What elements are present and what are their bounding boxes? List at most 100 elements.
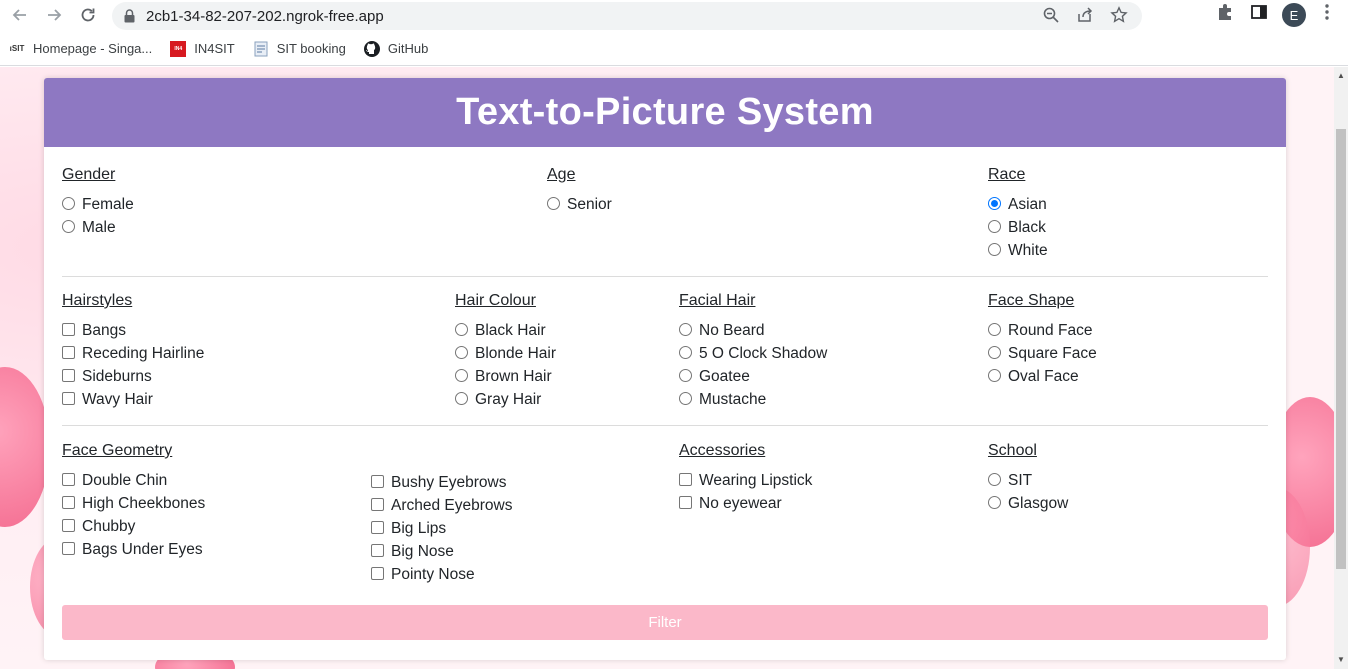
scroll-up-arrow-icon[interactable]: ▲ (1337, 71, 1345, 80)
back-arrow-icon[interactable] (8, 3, 32, 27)
face-geometry-option[interactable]: Big Nose (371, 540, 512, 563)
option-label: Bangs (82, 321, 126, 339)
hairstyle-option[interactable]: Sideburns (62, 365, 204, 388)
radio-button[interactable] (988, 369, 1001, 382)
face-geometry-option[interactable]: Pointy Nose (371, 563, 512, 586)
radio-button[interactable] (679, 392, 692, 405)
checkbox[interactable] (371, 475, 384, 488)
checkbox[interactable] (371, 567, 384, 580)
checkbox[interactable] (371, 521, 384, 534)
radio-button[interactable] (679, 323, 692, 336)
radio-button[interactable] (455, 369, 468, 382)
radio-button[interactable] (988, 220, 1001, 233)
reload-icon[interactable] (76, 3, 100, 27)
hairstyle-option[interactable]: Bangs (62, 319, 204, 342)
address-bar[interactable]: 2cb1-34-82-207-202.ngrok-free.app (112, 2, 1142, 30)
facial-hair-option[interactable]: Mustache (679, 388, 827, 411)
face-geometry-option[interactable]: High Cheekbones (62, 492, 205, 515)
checkbox[interactable] (679, 473, 692, 486)
hair-colour-option[interactable]: Gray Hair (455, 388, 556, 411)
checkbox[interactable] (371, 544, 384, 557)
option-label: SIT (1008, 471, 1033, 489)
face-geometry-option[interactable]: Chubby (62, 515, 205, 538)
face-shape-option[interactable]: Square Face (988, 342, 1097, 365)
face-geometry-option[interactable]: Big Lips (371, 517, 512, 540)
forward-arrow-icon[interactable] (42, 3, 66, 27)
radio-button[interactable] (988, 346, 1001, 359)
checkbox[interactable] (62, 496, 75, 509)
face-geometry-option[interactable]: Bushy Eyebrows (371, 471, 512, 494)
lock-icon (124, 9, 135, 28)
checkbox[interactable] (62, 542, 75, 555)
bookmark-github[interactable]: GitHub (355, 37, 437, 61)
accessories-option[interactable]: Wearing Lipstick (679, 469, 812, 492)
scrollbar-thumb[interactable] (1336, 129, 1346, 569)
kebab-menu-icon[interactable] (1320, 3, 1334, 21)
profile-avatar[interactable]: E (1282, 3, 1306, 27)
checkbox[interactable] (62, 323, 75, 336)
face-geometry-option[interactable]: Double Chin (62, 469, 205, 492)
filter-button[interactable]: Filter (62, 605, 1268, 640)
hairstyle-option[interactable]: Wavy Hair (62, 388, 204, 411)
checkbox[interactable] (62, 519, 75, 532)
radio-button[interactable] (455, 392, 468, 405)
face-shape-option[interactable]: Oval Face (988, 365, 1097, 388)
extensions-icon[interactable] (1216, 3, 1234, 21)
race-option-black[interactable]: Black (988, 216, 1048, 239)
option-label: High Cheekbones (82, 494, 206, 512)
face-shape-option[interactable]: Round Face (988, 319, 1097, 342)
side-panel-icon[interactable] (1250, 3, 1268, 21)
facial-hair-option[interactable]: 5 O Clock Shadow (679, 342, 827, 365)
bookmark-label: GitHub (387, 41, 429, 56)
hair-colour-option[interactable]: Brown Hair (455, 365, 556, 388)
bookmark-homepage[interactable]: ıSIT Homepage - Singa... (0, 37, 161, 61)
section-title: Facial Hair (679, 292, 756, 309)
face-geometry-option[interactable]: Arched Eyebrows (371, 494, 512, 517)
share-icon[interactable] (1076, 6, 1094, 29)
facial-hair-option[interactable]: No Beard (679, 319, 827, 342)
vertical-scrollbar[interactable]: ▲ ▼ (1334, 67, 1348, 669)
radio-button[interactable] (988, 496, 1001, 509)
zoom-icon[interactable] (1042, 6, 1060, 29)
school-option-sit[interactable]: SIT (988, 469, 1068, 492)
race-option-asian[interactable]: Asian (988, 193, 1048, 216)
hair-colour-option[interactable]: Black Hair (455, 319, 556, 342)
bookmark-in4sit[interactable]: IN4 IN4SIT (161, 37, 243, 61)
hairstyle-option[interactable]: Receding Hairline (62, 342, 204, 365)
scroll-down-arrow-icon[interactable]: ▼ (1337, 655, 1345, 664)
face-geometry-option[interactable]: Bags Under Eyes (62, 538, 205, 561)
radio-button[interactable] (62, 197, 75, 210)
radio-button[interactable] (988, 473, 1001, 486)
star-bookmark-icon[interactable] (1110, 6, 1128, 29)
checkbox[interactable] (371, 498, 384, 511)
school-option-glasgow[interactable]: Glasgow (988, 492, 1068, 515)
radio-button[interactable] (62, 220, 75, 233)
radio-button[interactable] (988, 243, 1001, 256)
gender-option-male[interactable]: Male (62, 216, 134, 239)
bookmark-sit-booking[interactable]: SIT booking (244, 37, 355, 61)
checkbox[interactable] (62, 473, 75, 486)
radio-button[interactable] (679, 346, 692, 359)
section-title: Race (988, 166, 1026, 183)
radio-button[interactable] (679, 369, 692, 382)
race-option-white[interactable]: White (988, 239, 1048, 262)
hair-colour-option[interactable]: Blonde Hair (455, 342, 556, 365)
section-title: Hairstyles (62, 292, 133, 309)
option-label: Black (1008, 218, 1046, 236)
checkbox[interactable] (62, 346, 75, 359)
radio-button[interactable] (455, 346, 468, 359)
option-label: Blonde Hair (475, 344, 556, 362)
checkbox[interactable] (62, 392, 75, 405)
radio-button-selected[interactable] (988, 197, 1001, 210)
radio-button[interactable] (988, 323, 1001, 336)
section-title: Face Geometry (62, 442, 173, 459)
accessories-option[interactable]: No eyewear (679, 492, 812, 515)
radio-button[interactable] (455, 323, 468, 336)
checkbox[interactable] (679, 496, 692, 509)
radio-button[interactable] (547, 197, 560, 210)
section-title: Hair Colour (455, 292, 536, 309)
facial-hair-option[interactable]: Goatee (679, 365, 827, 388)
checkbox[interactable] (62, 369, 75, 382)
gender-option-female[interactable]: Female (62, 193, 134, 216)
age-option-senior[interactable]: Senior (547, 193, 612, 216)
